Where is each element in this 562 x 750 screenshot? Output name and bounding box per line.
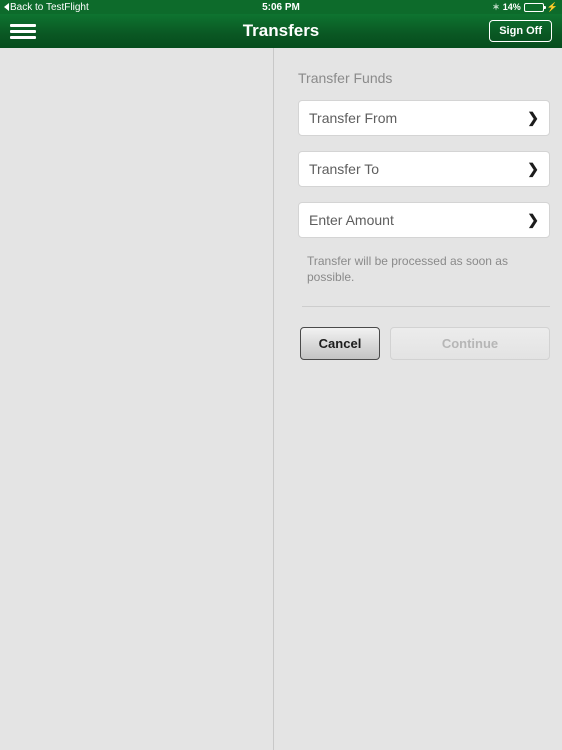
hamburger-menu-icon[interactable] [10, 21, 36, 41]
chevron-right-icon: ❯ [527, 109, 539, 126]
cancel-button[interactable]: Cancel [300, 327, 380, 361]
left-pane [0, 48, 274, 750]
divider [302, 306, 550, 308]
button-row: Cancel Continue [298, 327, 550, 361]
continue-button: Continue [390, 327, 550, 361]
battery-percent-label: 14% [502, 2, 521, 12]
sign-off-button[interactable]: Sign Off [489, 20, 552, 42]
helper-text: Transfer will be processed as soon as po… [307, 254, 508, 285]
transfer-funds-panel: Transfer Funds Transfer From ❯ Transfer … [274, 48, 562, 750]
chevron-right-icon: ❯ [527, 211, 539, 228]
field-transfer-to-label: Transfer To [309, 161, 380, 177]
field-transfer-from[interactable]: Transfer From ❯ [298, 100, 550, 136]
field-enter-amount-label: Enter Amount [309, 212, 394, 228]
back-caret-icon [4, 3, 9, 11]
app-root: Back to TestFlight 5:06 PM ✶ 14% ⚡ Trans… [0, 0, 562, 750]
field-transfer-from-label: Transfer From [309, 110, 398, 126]
chevron-right-icon: ❯ [527, 160, 539, 177]
back-to-testflight-button[interactable]: Back to TestFlight [4, 2, 89, 13]
field-transfer-to[interactable]: Transfer To ❯ [298, 151, 550, 187]
charging-bolt-icon: ⚡ [546, 1, 558, 12]
battery-icon [523, 2, 546, 12]
bluetooth-icon: ✶ [492, 1, 500, 12]
navigation-bar: Transfers Sign Off [0, 14, 562, 48]
page-title: Transfers [242, 21, 320, 40]
content-area: Transfer Funds Transfer From ❯ Transfer … [0, 48, 562, 750]
back-to-testflight-label: Back to TestFlight [10, 1, 89, 13]
field-enter-amount[interactable]: Enter Amount ❯ [298, 202, 550, 238]
section-title: Transfer Funds [298, 70, 393, 86]
status-bar-indicators: ✶ 14% ⚡ [492, 2, 558, 13]
status-bar: Back to TestFlight 5:06 PM ✶ 14% ⚡ [0, 0, 562, 14]
